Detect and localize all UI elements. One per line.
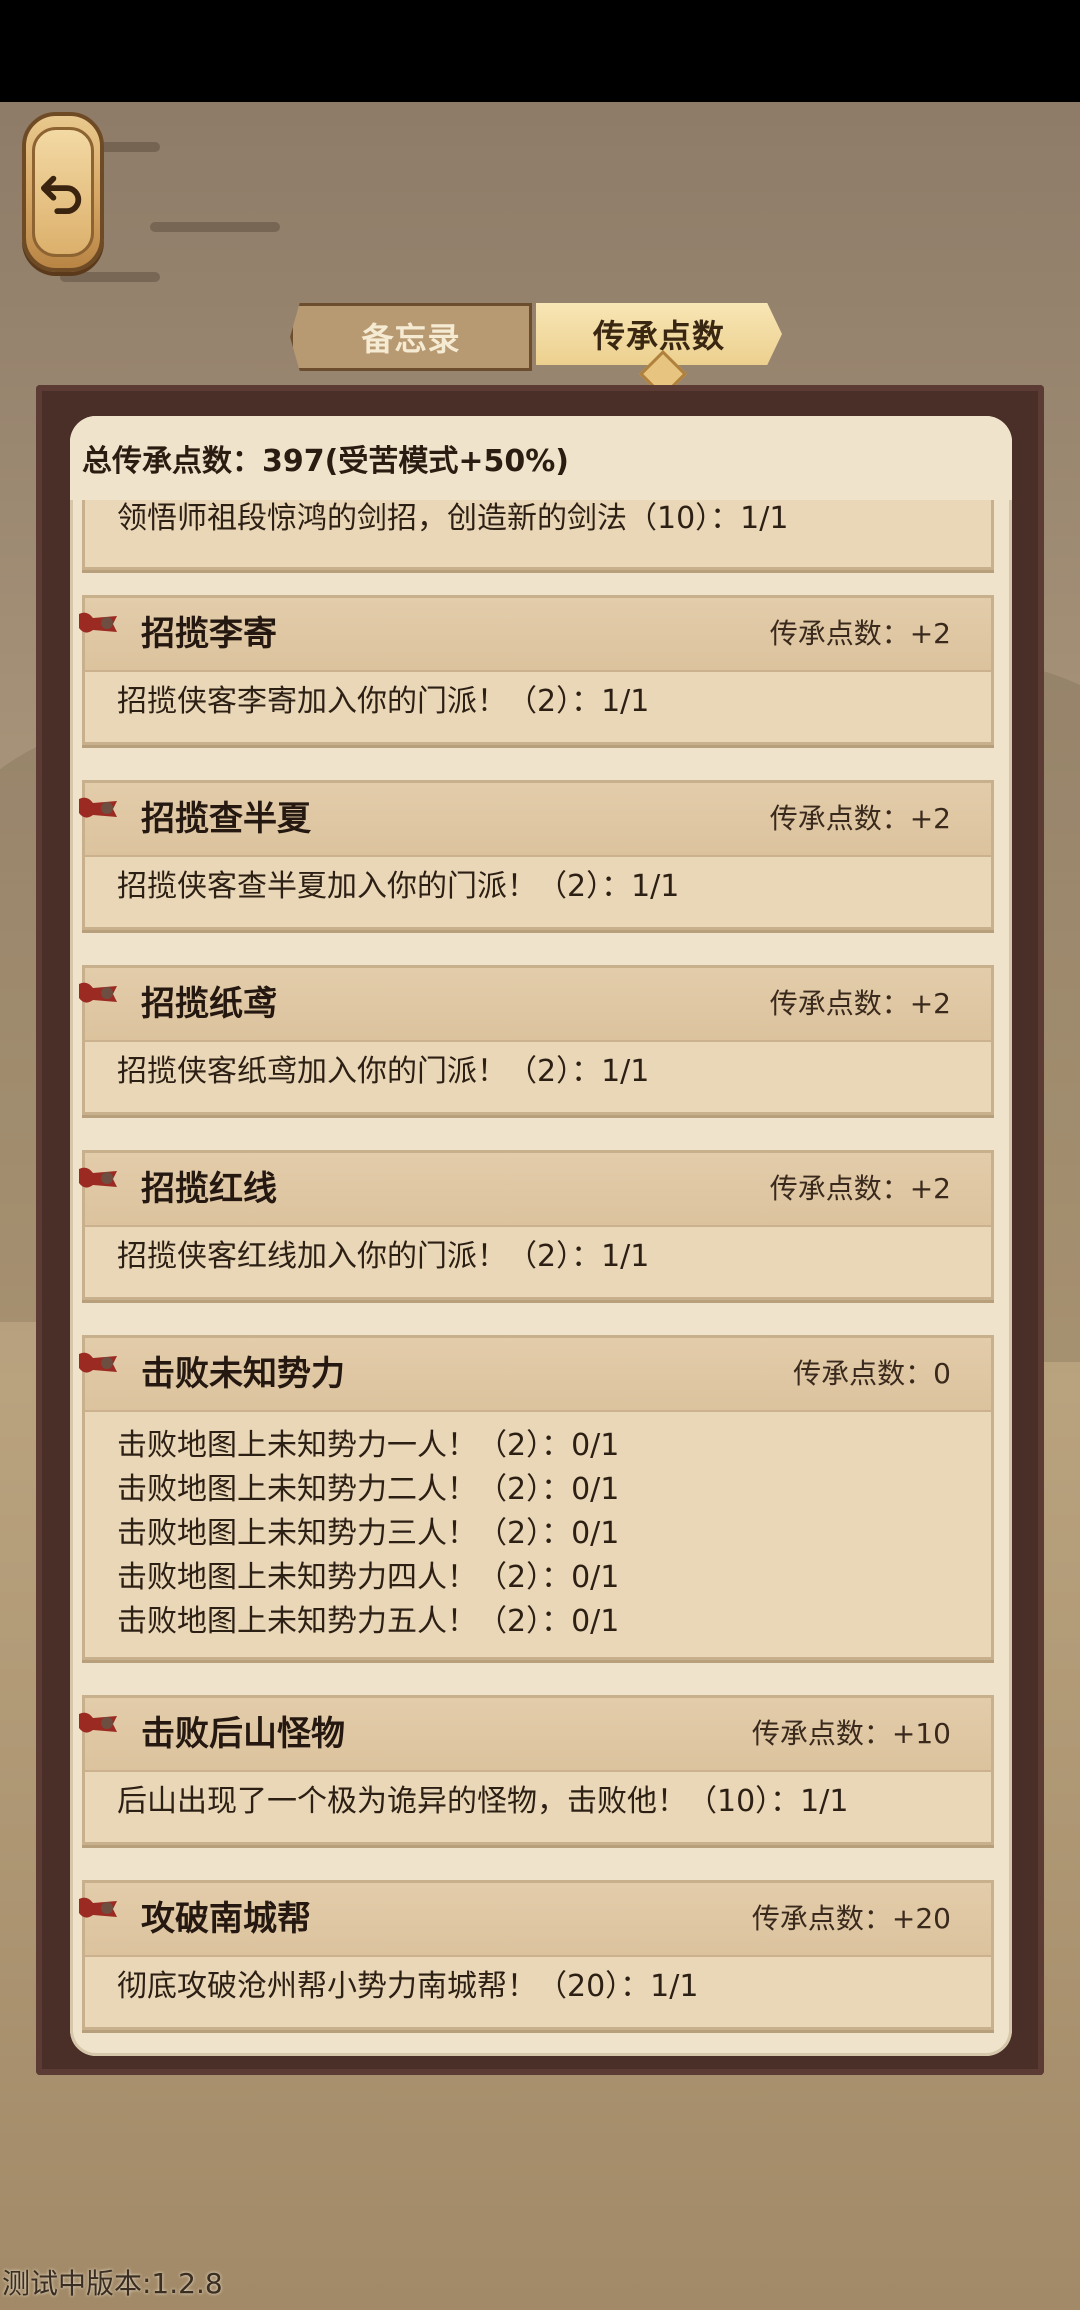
- item-line: 领悟师祖段惊鸿的剑招，创造新的剑法（10）：1/1: [117, 501, 789, 536]
- back-arrow-icon: [40, 175, 82, 215]
- back-button-inner: [32, 127, 94, 257]
- item-points: 传承点数：+10: [751, 1717, 951, 1750]
- list-item: 击败未知势力 传承点数：0 击败地图上未知势力一人！（2）：0/1 击败地图上未…: [79, 1335, 994, 1660]
- back-button[interactable]: [22, 112, 104, 272]
- item-points: 传承点数：0: [793, 1357, 951, 1390]
- item-line: 击败地图上未知势力五人！（2）：0/1: [117, 1604, 620, 1639]
- item-title: 击败未知势力: [141, 1354, 345, 1394]
- item-title: 招揽纸鸢: [141, 984, 277, 1024]
- ribbon-tag-icon: [79, 797, 117, 818]
- bg-cloud: [150, 222, 280, 232]
- item-title: 招揽李寄: [141, 614, 277, 654]
- item-header: 击败未知势力 传承点数：0: [79, 1338, 991, 1412]
- item-header: 招揽纸鸢 传承点数：+2: [79, 968, 991, 1042]
- item-line: 击败地图上未知势力一人！（2）：0/1: [117, 1428, 620, 1463]
- item-line: 击败地图上未知势力四人！（2）：0/1: [117, 1560, 620, 1595]
- item-points: 传承点数：+2: [769, 617, 951, 650]
- item-header: 击败后山怪物 传承点数：+10: [79, 1698, 991, 1772]
- ribbon-tag-icon: [79, 612, 117, 633]
- ribbon-tag-icon: [79, 1352, 117, 1373]
- item-line: 招揽侠客红线加入你的门派！（2）：1/1: [117, 1239, 650, 1274]
- item-header: 攻破南城帮 传承点数：+20: [79, 1883, 991, 1957]
- item-title: 招揽查半夏: [141, 799, 311, 839]
- ribbon-tag-icon: [79, 1167, 117, 1188]
- list-item-partial: 领悟师祖段惊鸿的剑招，创造新的剑法（10）：1/1: [82, 500, 994, 570]
- list-item: 击败后山怪物 传承点数：+10 后山出现了一个极为诡异的怪物，击败他！（10）：…: [79, 1695, 994, 1845]
- item-points: 传承点数：+2: [769, 987, 951, 1020]
- item-header: 招揽李寄 传承点数：+2: [79, 598, 991, 672]
- version-label: 测试中版本:1.2.8: [2, 2267, 223, 2300]
- list-item: 招揽查半夏 传承点数：+2 招揽侠客查半夏加入你的门派！（2）：1/1: [79, 780, 994, 930]
- list-item: 招揽纸鸢 传承点数：+2 招揽侠客纸鸢加入你的门派！（2）：1/1: [79, 965, 994, 1115]
- item-line: 后山出现了一个极为诡异的怪物，击败他！（10）：1/1: [117, 1784, 849, 1819]
- list-item: 招揽红线 传承点数：+2 招揽侠客红线加入你的门派！（2）：1/1: [79, 1150, 994, 1300]
- total-points-bar: 总传承点数：397(受苦模式+50%): [70, 416, 1012, 500]
- ribbon-tag-icon: [79, 1897, 117, 1918]
- list-item: 攻破南城帮 传承点数：+20 彻底攻破沧州帮小势力南城帮！（20）：1/1: [79, 1880, 994, 2030]
- item-points: 传承点数：+2: [769, 802, 951, 835]
- tab-memo[interactable]: 备忘录: [290, 303, 532, 371]
- points-panel: 总传承点数：397(受苦模式+50%) 领悟师祖段惊鸿的剑招，创造新的剑法（10…: [70, 416, 1012, 2056]
- item-header: 招揽红线 传承点数：+2: [79, 1153, 991, 1227]
- item-line: 招揽侠客纸鸢加入你的门派！（2）：1/1: [117, 1054, 650, 1089]
- item-line: 招揽侠客查半夏加入你的门派！（2）：1/1: [117, 869, 680, 904]
- bg-cloud: [60, 272, 160, 282]
- item-title: 招揽红线: [141, 1169, 277, 1209]
- status-bar-area: [0, 0, 1080, 102]
- total-points-text: 总传承点数：397(受苦模式+50%): [82, 444, 569, 479]
- item-title: 攻破南城帮: [141, 1899, 311, 1939]
- bg-cloud: [100, 142, 160, 152]
- list-item: 招揽李寄 传承点数：+2 招揽侠客李寄加入你的门派！（2）：1/1: [79, 595, 994, 745]
- ribbon-tag-icon: [79, 1712, 117, 1733]
- item-points: 传承点数：+20: [751, 1902, 951, 1935]
- tab-points-label: 传承点数: [592, 317, 725, 355]
- item-line: 招揽侠客李寄加入你的门派！（2）：1/1: [117, 684, 650, 719]
- tab-memo-label: 备忘录: [361, 320, 461, 358]
- item-line: 击败地图上未知势力二人！（2）：0/1: [117, 1472, 620, 1507]
- item-line: 击败地图上未知势力三人！（2）：0/1: [117, 1516, 620, 1551]
- achievement-list[interactable]: 领悟师祖段惊鸿的剑招，创造新的剑法（10）：1/1 招揽李寄 传承点数：+2 招…: [70, 500, 1012, 2056]
- item-points: 传承点数：+2: [769, 1172, 951, 1205]
- ribbon-tag-icon: [79, 982, 117, 1003]
- item-title: 击败后山怪物: [141, 1714, 345, 1754]
- item-header: 招揽查半夏 传承点数：+2: [79, 783, 991, 857]
- item-line: 彻底攻破沧州帮小势力南城帮！（20）：1/1: [117, 1969, 699, 2004]
